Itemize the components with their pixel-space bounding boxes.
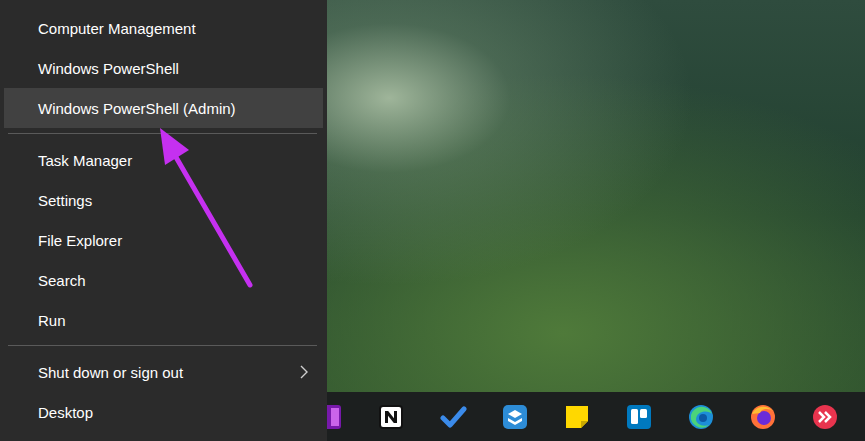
menu-item-label: Settings <box>38 192 92 209</box>
taskbar-button[interactable] <box>794 392 856 441</box>
submenu-chevron-icon <box>299 364 309 380</box>
menu-item[interactable]: Task Manager <box>4 140 323 180</box>
edge-icon <box>687 403 715 431</box>
menu-item-label: Shut down or sign out <box>38 364 183 381</box>
firefox-icon <box>749 403 777 431</box>
context-menu: Computer Management Windows PowerShell Win… <box>0 0 327 441</box>
menu-item[interactable]: Windows PowerShell <box>4 48 323 88</box>
menu-item[interactable]: Desktop <box>4 392 323 432</box>
taskbar-button[interactable] <box>670 392 732 441</box>
taskbar-button[interactable] <box>360 392 422 441</box>
menu-separator <box>8 345 317 346</box>
notion-icon <box>377 403 405 431</box>
menu-item[interactable]: Run <box>4 300 323 340</box>
trello-icon <box>625 403 653 431</box>
menu-item[interactable]: Settings <box>4 180 323 220</box>
taskbar-button[interactable] <box>422 392 484 441</box>
menu-item-label: Run <box>38 312 66 329</box>
menu-item-label: File Explorer <box>38 232 122 249</box>
menu-item-label: Desktop <box>38 404 93 421</box>
taskbar-button[interactable] <box>732 392 794 441</box>
menu-item-label: Search <box>38 272 86 289</box>
red-app-icon <box>811 403 839 431</box>
taskbar-button[interactable] <box>546 392 608 441</box>
taskbar-button[interactable] <box>484 392 546 441</box>
sticky-notes-icon <box>563 403 591 431</box>
menu-item[interactable]: Shut down or sign out <box>4 352 323 392</box>
annotation-arrow-icon <box>0 0 865 441</box>
desktop-screen: Computer Management Windows PowerShell Win… <box>0 0 865 441</box>
taskbar-button[interactable] <box>608 392 670 441</box>
menu-item[interactable]: Computer Management <box>4 8 323 48</box>
todo-check-icon <box>439 403 467 431</box>
box-app-icon <box>501 403 529 431</box>
menu-item[interactable]: File Explorer <box>4 220 323 260</box>
menu-item-label: Computer Management <box>38 20 196 37</box>
menu-item-label: Windows PowerShell (Admin) <box>38 100 236 117</box>
menu-item-label: Task Manager <box>38 152 132 169</box>
menu-item-label: Windows PowerShell <box>38 60 179 77</box>
menu-item[interactable]: Search <box>4 260 323 300</box>
menu-item[interactable]: Windows PowerShell (Admin) <box>4 88 323 128</box>
menu-separator <box>8 133 317 134</box>
